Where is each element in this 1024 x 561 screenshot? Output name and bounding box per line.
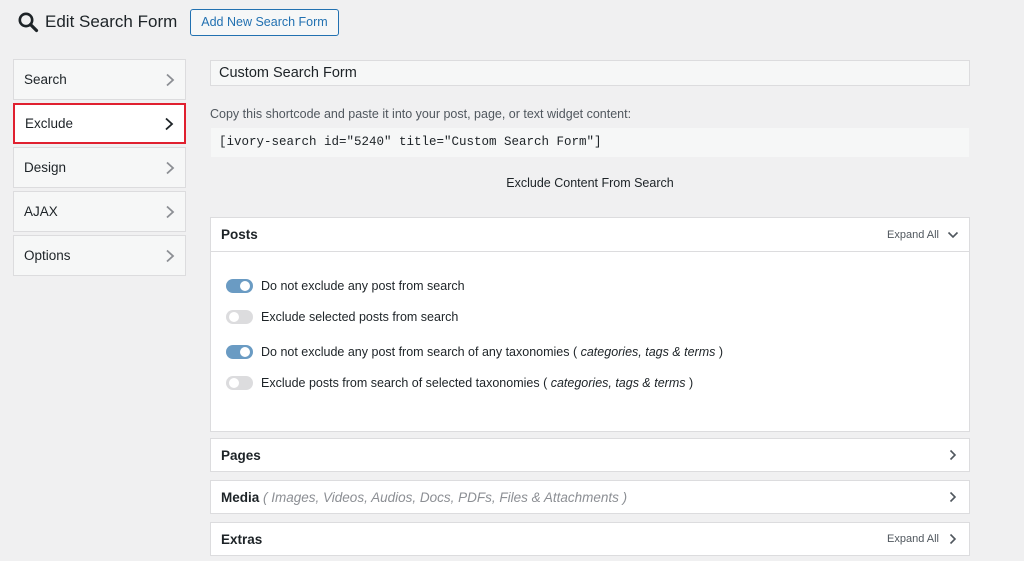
option-row: Do not exclude any post from search of a… xyxy=(226,343,954,360)
section-heading: Exclude Content From Search xyxy=(506,176,674,190)
sidebar-item-search[interactable]: Search xyxy=(13,59,186,100)
shortcode-display[interactable]: [ivory-search id="5240" title="Custom Se… xyxy=(210,127,970,158)
posts-options: Do not exclude any post from search Excl… xyxy=(211,252,969,391)
expand-all-link[interactable]: Expand All xyxy=(887,229,939,241)
chevron-right-icon xyxy=(165,117,174,130)
posts-panel: Posts Expand All Do not exclude any post… xyxy=(210,217,970,432)
chevron-right-icon xyxy=(949,449,957,461)
option-label: Do not exclude any post from search xyxy=(261,278,465,293)
sidebar-item-label: AJAX xyxy=(24,204,58,219)
media-panel[interactable]: Media ( Images, Videos, Audios, Docs, PD… xyxy=(210,480,970,514)
extras-panel[interactable]: Extras Expand All xyxy=(210,522,970,556)
sidebar-item-label: Search xyxy=(24,72,67,87)
sidebar-item-label: Exclude xyxy=(25,116,74,131)
media-panel-title: Media ( Images, Videos, Audios, Docs, PD… xyxy=(221,489,628,505)
sidebar-item-label: Design xyxy=(24,160,67,175)
option-row: Do not exclude any post from search xyxy=(226,277,954,294)
posts-panel-title: Posts xyxy=(221,227,258,242)
expand-all-link[interactable]: Expand All xyxy=(887,533,939,545)
sidebar-item-ajax[interactable]: AJAX xyxy=(13,191,186,232)
page-title: Edit Search Form xyxy=(45,12,178,31)
shortcode-instructions: Copy this shortcode and paste it into yo… xyxy=(210,107,632,121)
chevron-right-icon xyxy=(166,161,175,174)
pages-panel[interactable]: Pages xyxy=(210,438,970,472)
chevron-right-icon xyxy=(949,491,957,503)
posts-panel-header[interactable]: Posts Expand All xyxy=(211,218,969,252)
sidebar: Search Exclude Design AJAX Options xyxy=(13,59,186,279)
option-row: Exclude posts from search of selected ta… xyxy=(226,374,954,391)
option-label: Exclude selected posts from search xyxy=(261,309,459,324)
option-label: Exclude posts from search of selected ta… xyxy=(261,375,694,390)
option-row: Exclude selected posts from search xyxy=(226,308,954,325)
sidebar-item-options[interactable]: Options xyxy=(13,235,186,276)
chevron-down-icon[interactable] xyxy=(947,229,959,241)
toggle-switch[interactable] xyxy=(226,344,253,359)
chevron-right-icon xyxy=(166,205,175,218)
search-form-name-input[interactable] xyxy=(210,60,970,86)
main-content: Copy this shortcode and paste it into yo… xyxy=(210,60,970,556)
chevron-right-icon xyxy=(166,249,175,262)
extras-panel-title: Extras xyxy=(221,531,263,547)
search-icon xyxy=(18,12,39,33)
add-new-search-form-button[interactable]: Add New Search Form xyxy=(190,8,339,36)
sidebar-item-label: Options xyxy=(24,248,71,263)
toggle-switch[interactable] xyxy=(226,278,253,293)
option-label: Do not exclude any post from search of a… xyxy=(261,344,724,359)
toggle-switch[interactable] xyxy=(226,309,253,324)
sidebar-item-design[interactable]: Design xyxy=(13,147,186,188)
page-header: Edit Search Form Add New Search Form xyxy=(17,8,339,36)
pages-panel-title: Pages xyxy=(221,447,261,463)
chevron-right-icon xyxy=(166,73,175,86)
sidebar-item-exclude[interactable]: Exclude xyxy=(13,103,186,144)
toggle-switch[interactable] xyxy=(226,375,253,390)
chevron-right-icon xyxy=(949,533,957,545)
